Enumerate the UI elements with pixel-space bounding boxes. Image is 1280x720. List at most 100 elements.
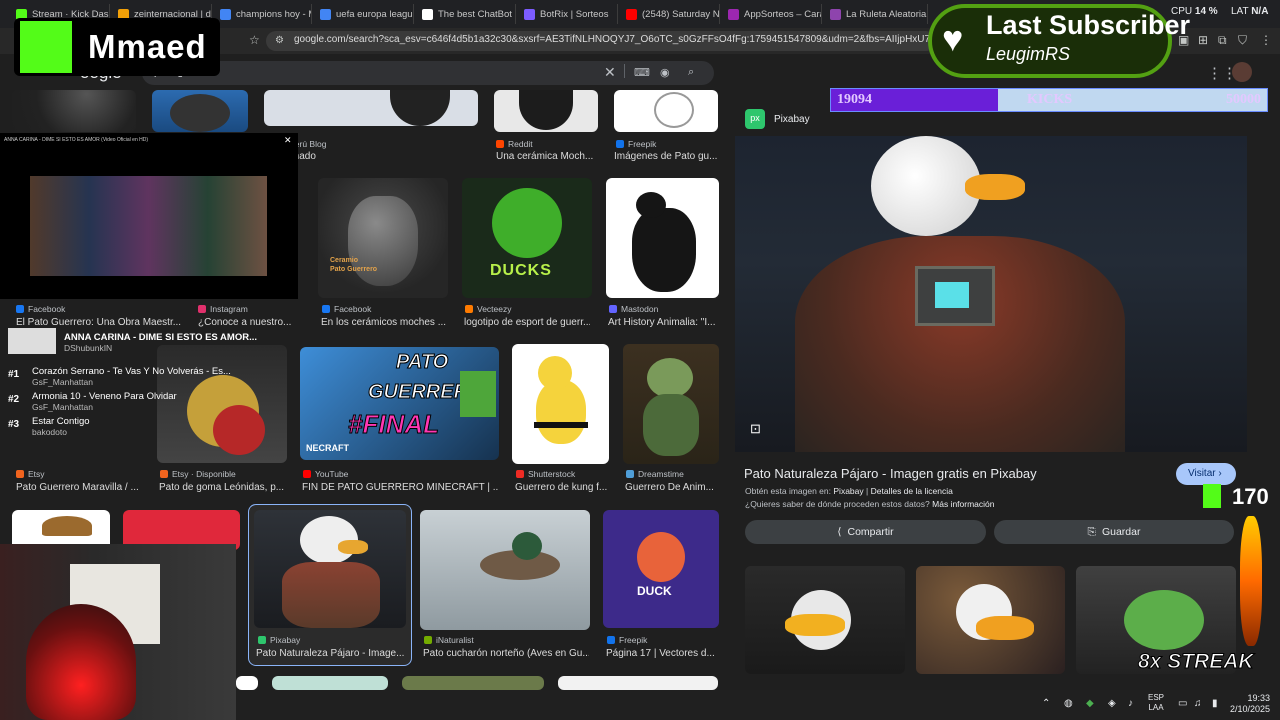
share-icon[interactable]: ⧉ <box>1218 33 1227 48</box>
search-input[interactable]: pato guerrero <box>142 61 714 85</box>
queue-song: Armonia 10 - Veneno Para Olvidar <box>32 391 177 402</box>
result-thumb[interactable]: PATO GUERRERO #FINAL NECRAFT <box>300 347 499 460</box>
browser-tab[interactable]: champions hoy - M <box>214 4 312 24</box>
extensions-icon[interactable]: ⊞ <box>1198 33 1208 47</box>
result-thumb[interactable] <box>420 510 590 630</box>
result-source: Instagram <box>198 304 248 314</box>
result-thumb[interactable] <box>12 90 136 132</box>
result-thumb[interactable] <box>272 676 388 690</box>
result-thumb[interactable] <box>152 90 248 132</box>
pepe-emote <box>1124 590 1204 650</box>
video-popup[interactable]: ANNA CARINA - DIME SI ESTO ES AMOR (Vide… <box>0 133 298 299</box>
kick-logo-icon <box>20 21 72 73</box>
lens-search-icon[interactable]: ⊡ <box>750 421 761 437</box>
browser-tab[interactable]: AppSorteos – Cara <box>722 4 822 24</box>
tray-app-icon[interactable]: ◍ <box>1064 698 1073 709</box>
lens-icon[interactable]: ◉ <box>660 66 670 79</box>
clear-icon[interactable]: ✕ <box>604 64 616 81</box>
search-icon[interactable]: ⌕ <box>688 66 694 79</box>
result-thumb[interactable] <box>606 178 719 298</box>
monitor-icon[interactable]: ▭ <box>1178 698 1187 709</box>
result-thumb[interactable] <box>558 676 718 690</box>
result-thumb[interactable] <box>402 676 544 690</box>
kicks-goal: 50000 <box>1226 92 1261 107</box>
keyboard-language[interactable]: ESP LAA <box>1148 693 1164 713</box>
subscriber-title: Last Subscriber <box>986 10 1191 40</box>
queue-artist: bakodoto <box>32 427 67 437</box>
result-source: Shutterstock <box>516 469 575 479</box>
preview-source[interactable]: Pixabay <box>774 114 810 125</box>
license-site-link[interactable]: Pixabay <box>833 486 863 496</box>
result-thumb[interactable] <box>236 676 258 690</box>
flame-icon <box>1240 516 1262 646</box>
channel-logo: Mmaed <box>14 18 220 76</box>
more-info-link[interactable]: Más información <box>932 499 994 509</box>
result-title[interactable]: logotipo de esport de guerr... <box>464 317 590 328</box>
microphone-icon[interactable]: ♪ <box>1128 698 1133 709</box>
queue-rank: #2 <box>8 394 20 405</box>
clock-date: 2/10/2025 <box>1230 704 1271 714</box>
result-title[interactable]: Pato cucharón norteño (Aves en Gu... <box>423 648 589 659</box>
visit-button[interactable]: Visitar › <box>1176 463 1236 485</box>
avatar[interactable] <box>1232 62 1252 82</box>
kicks-label: KICKS <box>1027 92 1073 107</box>
result-thumb[interactable]: Ceramio Pato Guerrero <box>318 178 448 298</box>
result-thumb[interactable] <box>623 344 719 464</box>
browser-tab[interactable]: The best ChatBot a <box>416 4 516 24</box>
result-title[interactable]: Guerrero De Anim... <box>625 482 719 493</box>
site-info-icon[interactable]: ⚙ <box>275 35 284 46</box>
bookmark-icon[interactable]: ☆ <box>249 33 260 47</box>
browser-tab[interactable]: (2548) Saturday Nig <box>620 4 720 24</box>
share-button[interactable]: ⟨ Compartir <box>745 520 986 544</box>
thumb-caption: #FINAL <box>348 409 440 440</box>
queue-rank: #1 <box>8 369 20 380</box>
result-title[interactable]: Imágenes de Pato gu... <box>614 151 718 162</box>
result-thumb[interactable]: DUCK <box>603 510 719 628</box>
tab-label: BotRix | Sorteos <box>540 8 609 20</box>
browser-tab[interactable]: La Ruleta Aleatoria <box>824 4 928 24</box>
address-bar[interactable]: google.com/search?sca_esv=c646f4d5b1a32c… <box>266 31 936 51</box>
browser-tab[interactable]: uefa europa league <box>314 4 414 24</box>
result-title[interactable]: FIN DE PATO GUERRERO MINECRAFT | ... <box>302 482 498 493</box>
result-title[interactable]: Pato Guerrero Maravilla / ... <box>16 482 148 493</box>
result-title[interactable]: Art History Animalia: "I... <box>608 317 718 328</box>
preview-image[interactable] <box>735 136 1247 452</box>
tab-favicon-icon <box>320 8 331 20</box>
result-source: iNaturalist <box>424 635 474 645</box>
kick-small-icon <box>1203 484 1221 508</box>
volume-icon[interactable]: ♫ <box>1194 698 1202 709</box>
clock[interactable]: 19:33 2/10/2025 <box>1230 693 1270 715</box>
result-title[interactable]: Página 17 | Vectores d... <box>606 648 718 659</box>
tray-app-icon[interactable]: ◈ <box>1108 698 1116 709</box>
channel-name: Mmaed <box>88 28 207 65</box>
license-line: Obtén esta imagen en: Pixabay | Detalles… <box>745 486 953 496</box>
result-title[interactable]: Pato Naturaleza Pájaro - Image... <box>256 648 406 659</box>
battery-icon[interactable]: ▮ <box>1212 698 1218 709</box>
result-title[interactable]: Una cerámica Moch... <box>496 151 596 162</box>
lat-readout: LAT N/A <box>1231 6 1268 17</box>
close-icon[interactable]: ✕ <box>284 135 292 146</box>
related-thumb[interactable] <box>745 566 905 674</box>
menu-icon[interactable]: ⋮ <box>1260 33 1272 47</box>
result-thumb[interactable] <box>264 90 478 126</box>
license-details-link[interactable]: Detalles de la licencia <box>871 486 953 496</box>
result-thumb[interactable] <box>614 90 718 132</box>
result-thumb[interactable]: DUCKS <box>462 178 592 298</box>
tray-chevron-icon[interactable]: ⌃ <box>1042 698 1050 709</box>
save-label: Guardar <box>1101 526 1141 538</box>
related-thumb[interactable] <box>916 566 1065 674</box>
result-thumb[interactable] <box>494 90 598 132</box>
shield-icon[interactable]: ⛉ <box>1238 33 1247 48</box>
browser-tab[interactable]: BotRix | Sorteos <box>518 4 618 24</box>
queue-song: Estar Contigo <box>32 416 90 427</box>
heart-icon: ♥ <box>942 18 964 59</box>
result-thumb[interactable] <box>254 510 406 628</box>
result-title[interactable]: Guerrero de kung f... <box>515 482 609 493</box>
tray-app-icon[interactable]: ◆ <box>1086 698 1094 709</box>
save-button[interactable]: ⎘ Guardar <box>994 520 1234 544</box>
result-title[interactable]: En los cerámicos moches ... <box>321 317 447 328</box>
result-thumb[interactable] <box>512 344 609 464</box>
keyboard-icon[interactable]: ⌨ <box>634 66 650 79</box>
preview-title[interactable]: Pato Naturaleza Pájaro - Imagen gratis e… <box>744 466 1037 481</box>
result-title[interactable]: Pato de goma Leónidas, p... <box>159 482 285 493</box>
